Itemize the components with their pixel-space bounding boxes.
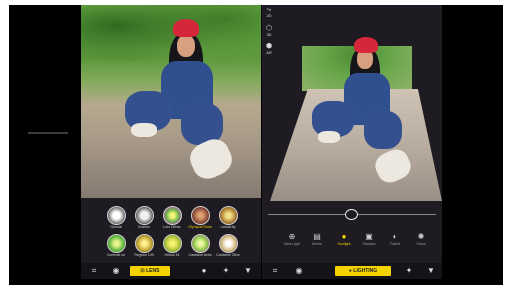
tool-shadow[interactable]: ▣ Shadow: [356, 232, 382, 247]
filter-olympus-rose[interactable]: Olympus Rose: [185, 206, 215, 230]
woman-figure-3d: [290, 35, 440, 205]
filter-landarby[interactable]: Landarby: [213, 206, 243, 230]
crop-icon[interactable]: ⌗: [89, 266, 99, 276]
filter-icon[interactable]: ◉: [294, 266, 304, 276]
bulb-icon[interactable]: ●: [199, 266, 209, 276]
tool-sunlight[interactable]: ● Sunlight: [331, 232, 357, 247]
filter-swatch: [162, 206, 182, 225]
filter-swatch: [134, 206, 154, 225]
filter-swatch: [190, 206, 210, 225]
trash-icon: ▤: [313, 232, 321, 241]
filter-swatch: [134, 234, 154, 253]
3d-icon: ⬡: [265, 25, 273, 32]
mode-ar[interactable]: ⬢ AR: [263, 43, 275, 55]
mode-2d[interactable]: ⤷ 2D: [263, 6, 275, 18]
tool-shine[interactable]: ✺ Shine: [408, 232, 434, 247]
plus-icon: ⊕: [288, 232, 296, 241]
filter-lolo-dimar[interactable]: Lolo Dimar: [157, 206, 187, 230]
mode-3d[interactable]: ⬡ 3D: [263, 25, 275, 37]
filter-swatch: [106, 206, 126, 225]
filter-normal[interactable]: Normal: [101, 206, 131, 230]
photo-preview: [81, 5, 261, 198]
lens-tab[interactable]: ⊡ LENS: [130, 266, 170, 276]
lighting-tab[interactable]: ● LIGHTING: [335, 266, 391, 276]
tool-delete[interactable]: ▤ Delete: [304, 232, 330, 247]
lighting-panel: ⤷ 2D ⬡ 3D ⬢ AR ⊕ New Light ▤ Delete ● Su…: [262, 5, 442, 279]
crop-icon[interactable]: ⌗: [270, 266, 280, 276]
filter-cardaine-area[interactable]: Cardaine Area: [185, 234, 215, 258]
filter-helios-44[interactable]: Helios 44: [157, 234, 187, 258]
lens-panel: Normal Custom Lolo Dimar Olympus Rose La…: [81, 5, 261, 279]
filter-grid: Normal Custom Lolo Dimar Olympus Rose La…: [81, 204, 261, 262]
bottom-toolbar: ⌗ ◉ ⊡ LENS ● ✦ ▼: [81, 263, 261, 279]
lens-icon: ⊡: [140, 268, 145, 274]
tool-new-light[interactable]: ⊕ New Light: [279, 232, 305, 247]
bottom-toolbar: ⌗ ◉ ● LIGHTING ✦ ▼: [262, 263, 442, 279]
sun-icon: ●: [341, 232, 347, 241]
woman-figure: [111, 13, 261, 198]
divider-mark: [28, 132, 68, 134]
filter-swatch: [218, 206, 238, 225]
filter-swatch: [106, 234, 126, 253]
mode-sidebar: ⤷ 2D ⬡ 3D ⬢ AR: [262, 5, 276, 67]
export-icon[interactable]: ▼: [426, 266, 436, 276]
ar-icon: ⬢: [265, 43, 273, 50]
lighting-icon: ●: [348, 268, 352, 274]
intensity-slider-thumb[interactable]: [345, 209, 358, 220]
filter-custom[interactable]: Custom: [129, 206, 159, 230]
falloff-icon: ◐: [392, 232, 398, 241]
shadow-icon: ▣: [365, 232, 373, 241]
magic-wand-icon[interactable]: ✦: [221, 266, 231, 276]
shine-icon: ✺: [417, 232, 425, 241]
export-icon[interactable]: ▼: [243, 266, 253, 276]
filter-contrast-on[interactable]: Contrast on: [101, 234, 131, 258]
filter-swatch: [218, 234, 238, 253]
filter-swatch: [190, 234, 210, 253]
filter-icon[interactable]: ◉: [111, 266, 121, 276]
2d-icon: ⤷: [267, 6, 271, 13]
filter-reghan-100[interactable]: Reghan 100: [129, 234, 159, 258]
magic-wand-icon[interactable]: ✦: [404, 266, 414, 276]
tool-falloff[interactable]: ◐ Falloff: [382, 232, 408, 247]
filter-cardaine-olive[interactable]: Cardaine Olive: [213, 234, 243, 258]
filter-swatch: [162, 234, 182, 253]
